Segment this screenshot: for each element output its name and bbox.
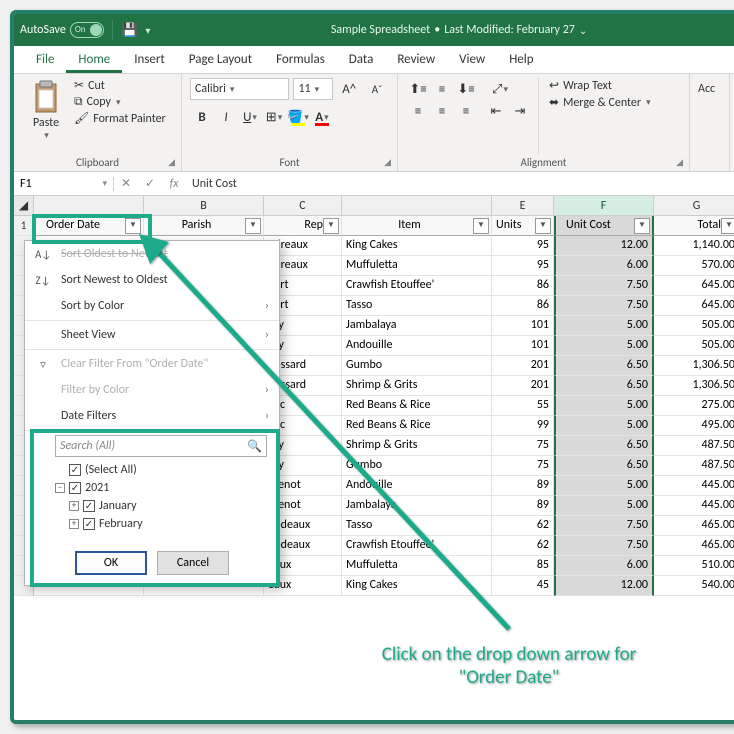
tab-formulas[interactable]: Formulas bbox=[264, 48, 337, 73]
date-filters[interactable]: Date Filters› bbox=[25, 403, 279, 429]
decrease-indent-button[interactable]: ⇤ bbox=[484, 100, 508, 122]
formula-input[interactable]: Unit Cost bbox=[186, 177, 734, 191]
filter-units[interactable]: Units▼ bbox=[492, 216, 554, 236]
cut-button[interactable]: ✂Cut bbox=[74, 78, 166, 93]
annotation-text: Click on the drop down arrow for "Order … bbox=[314, 644, 704, 690]
border-button[interactable]: ⊞▾ bbox=[262, 106, 286, 128]
filter-parish[interactable]: Parish▼ bbox=[144, 216, 264, 236]
sheet-view[interactable]: Sheet View› bbox=[25, 322, 279, 348]
launcher-icon[interactable]: ◢ bbox=[676, 157, 683, 168]
ok-button[interactable]: OK bbox=[75, 551, 147, 575]
align-right-button[interactable]: ≡ bbox=[454, 100, 478, 122]
accounting-format-button[interactable]: Acc bbox=[698, 78, 721, 96]
merge-icon: ⬌ bbox=[549, 95, 559, 110]
menubar: File Home Insert Page Layout Formulas Da… bbox=[14, 46, 734, 74]
select-all-corner[interactable]: ◢ bbox=[14, 196, 34, 216]
sort-newest-oldest[interactable]: Z↓Sort Newest to Oldest bbox=[25, 267, 279, 293]
ribbon: Paste ▾ ✂Cut ⧉Copy▾ 🖌Format Painter Clip… bbox=[14, 74, 734, 172]
document-title: Sample Spreadsheet • Last Modified: Febr… bbox=[331, 23, 587, 37]
font-size-combo[interactable]: 11▾ bbox=[293, 78, 333, 100]
filter-rep[interactable]: Rep▼ bbox=[264, 216, 342, 236]
fill-color-button[interactable]: 🪣▾ bbox=[286, 106, 310, 128]
launcher-icon[interactable]: ◢ bbox=[384, 157, 391, 168]
scissors-icon: ✂ bbox=[74, 78, 84, 93]
filter-unit-cost[interactable]: Unit Cost▼ bbox=[554, 216, 654, 236]
align-bottom-button[interactable]: ⬇≡ bbox=[454, 78, 478, 100]
increase-indent-button[interactable]: ⇥ bbox=[508, 100, 532, 122]
bold-button[interactable]: B bbox=[190, 106, 214, 128]
app-window: AutoSave On 💾 ▾ Sample Spreadsheet • Las… bbox=[10, 10, 734, 724]
save-icon[interactable]: 💾 bbox=[121, 21, 139, 39]
autosave-toggle[interactable]: On bbox=[70, 22, 104, 38]
cancel-button[interactable]: Cancel bbox=[157, 551, 229, 575]
brush-icon: 🖌 bbox=[74, 111, 89, 126]
launcher-icon[interactable]: ◢ bbox=[168, 157, 175, 168]
italic-button[interactable]: I bbox=[214, 106, 238, 128]
filter-order-date[interactable]: Order Date▼ bbox=[34, 216, 144, 236]
col-header-f[interactable]: F bbox=[554, 196, 654, 216]
filter-dropdown: A↓Sort Oldest to Newest Z↓Sort Newest to… bbox=[24, 240, 280, 586]
funnel-icon: ▿ bbox=[35, 358, 51, 371]
orientation-button[interactable]: ⤢▾ bbox=[484, 78, 516, 100]
more-icon[interactable]: ▾ bbox=[139, 21, 157, 39]
sort-oldest-newest[interactable]: A↓Sort Oldest to Newest bbox=[25, 241, 279, 267]
tab-insert[interactable]: Insert bbox=[122, 48, 177, 73]
filter-by-color: Filter by Color› bbox=[25, 377, 279, 403]
col-header-g[interactable]: G bbox=[654, 196, 734, 216]
copy-icon: ⧉ bbox=[74, 95, 83, 109]
align-top-button[interactable]: ⬆≡ bbox=[406, 78, 430, 100]
row-header-1[interactable]: 1 bbox=[14, 216, 34, 236]
sort-desc-icon: Z↓ bbox=[35, 274, 51, 287]
align-middle-button[interactable]: ≡ bbox=[430, 78, 454, 100]
wrap-icon: ↩ bbox=[549, 78, 559, 93]
clipboard-icon bbox=[30, 80, 62, 114]
tab-data[interactable]: Data bbox=[337, 48, 386, 73]
filter-tree: ✓(Select All) −✓2021 +✓January +✓Februar… bbox=[55, 461, 267, 533]
tree-select-all[interactable]: ✓(Select All) bbox=[55, 461, 267, 479]
underline-button[interactable]: U▾ bbox=[238, 106, 262, 128]
tree-year-2021[interactable]: −✓2021 bbox=[55, 479, 267, 497]
copy-button[interactable]: ⧉Copy▾ bbox=[74, 95, 166, 109]
search-icon: 🔍 bbox=[247, 439, 262, 454]
formula-bar: F1▾ ✕ ✓ fx Unit Cost bbox=[14, 172, 734, 196]
tab-help[interactable]: Help bbox=[497, 48, 545, 73]
fx-icon[interactable]: fx bbox=[162, 177, 186, 191]
chevron-down-icon[interactable]: ▾ bbox=[44, 130, 49, 141]
merge-center-button[interactable]: ⬌Merge & Center▾ bbox=[549, 95, 651, 110]
tab-home[interactable]: Home bbox=[66, 48, 122, 73]
col-header-c[interactable]: C bbox=[264, 196, 342, 216]
clear-filter: ▿Clear Filter From "Order Date" bbox=[25, 351, 279, 377]
col-header-a[interactable] bbox=[34, 196, 144, 216]
align-center-button[interactable]: ≡ bbox=[430, 100, 454, 122]
wrap-text-button[interactable]: ↩Wrap Text bbox=[549, 78, 651, 93]
align-left-button[interactable]: ≡ bbox=[406, 100, 430, 122]
autosave-label: AutoSave bbox=[20, 23, 66, 37]
tree-january[interactable]: +✓January bbox=[55, 497, 267, 515]
tab-file[interactable]: File bbox=[24, 48, 66, 73]
col-header-d[interactable] bbox=[342, 196, 492, 216]
confirm-edit-icon[interactable]: ✓ bbox=[138, 176, 162, 191]
tab-review[interactable]: Review bbox=[385, 48, 447, 73]
filter-arrow-icon[interactable]: ▼ bbox=[125, 218, 141, 234]
titlebar: AutoSave On 💾 ▾ Sample Spreadsheet • Las… bbox=[14, 14, 734, 46]
col-header-b[interactable]: B bbox=[144, 196, 264, 216]
filter-item[interactable]: Item▼ bbox=[342, 216, 492, 236]
tab-view[interactable]: View bbox=[447, 48, 497, 73]
tab-page-layout[interactable]: Page Layout bbox=[177, 48, 264, 73]
sort-by-color[interactable]: Sort by Color› bbox=[25, 293, 279, 319]
cancel-edit-icon[interactable]: ✕ bbox=[114, 176, 138, 191]
col-header-e[interactable]: E bbox=[492, 196, 554, 216]
font-color-button[interactable]: A▾ bbox=[310, 106, 334, 128]
name-box[interactable]: F1▾ bbox=[14, 177, 114, 191]
format-painter-button[interactable]: 🖌Format Painter bbox=[74, 111, 166, 126]
chevron-down-icon[interactable]: ⌄ bbox=[579, 24, 587, 37]
paste-button[interactable]: Paste bbox=[33, 116, 59, 130]
font-name-combo[interactable]: Calibri▾ bbox=[190, 78, 289, 100]
increase-font-button[interactable]: A^ bbox=[337, 78, 361, 100]
tree-february[interactable]: +✓February bbox=[55, 515, 267, 533]
decrease-font-button[interactable]: Aˇ bbox=[365, 78, 389, 100]
filter-total[interactable]: Total▼ bbox=[654, 216, 734, 236]
sort-asc-icon: A↓ bbox=[35, 248, 51, 261]
filter-search-input[interactable]: Search (All)🔍 bbox=[55, 435, 267, 457]
